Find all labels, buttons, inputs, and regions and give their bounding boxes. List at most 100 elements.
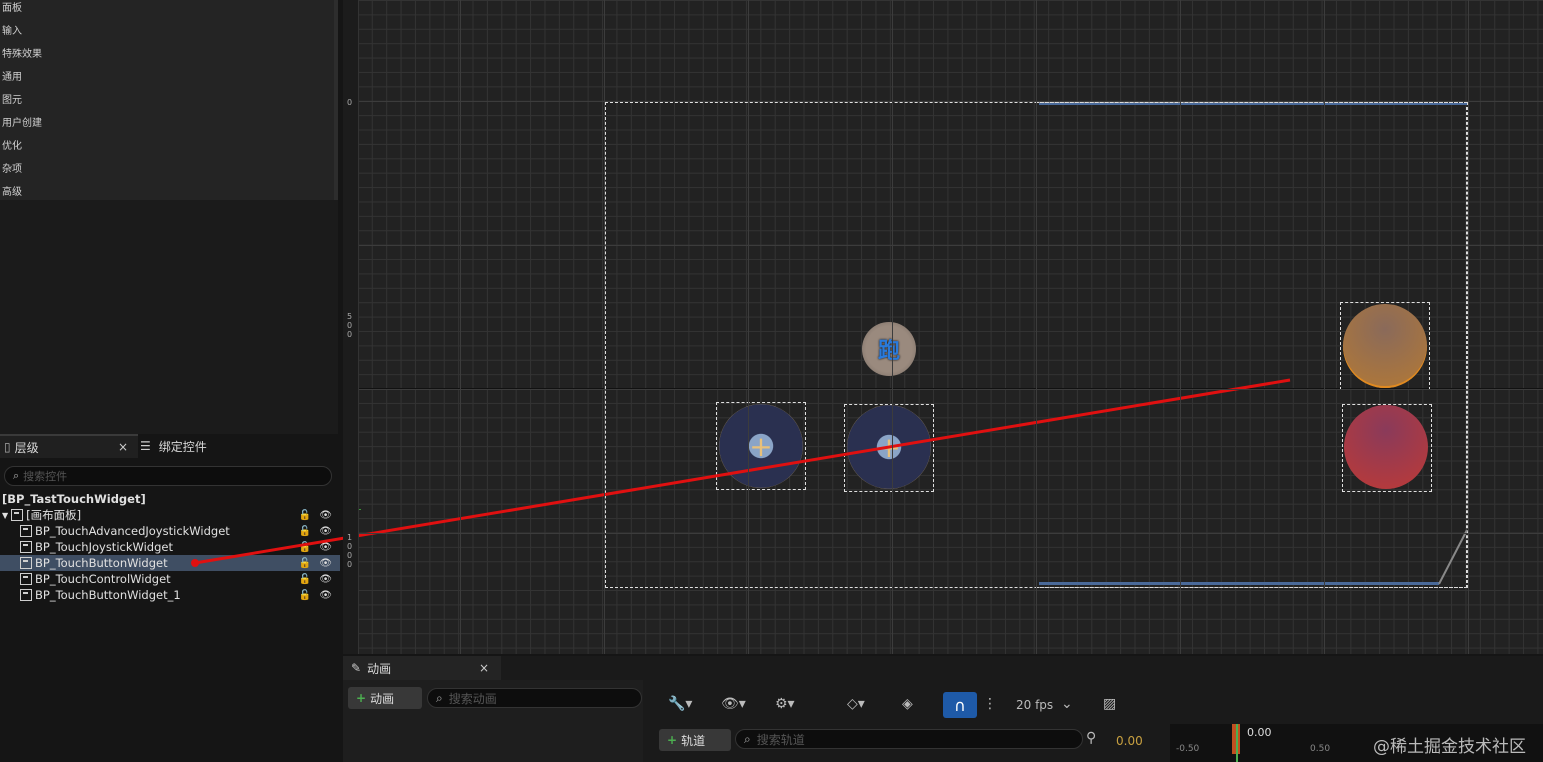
search-icon: ⌕	[436, 690, 443, 705]
lock-icon[interactable]: 🔓	[299, 590, 311, 601]
plus-icon: +	[877, 430, 901, 464]
palette-category[interactable]: 图元	[2, 91, 22, 106]
chevron-down-icon[interactable]: ⌄	[1061, 696, 1073, 712]
hierarchy-panel: ▯ 层级 × ☰ 绑定控件 ⌕ 搜索控件 [BP_TastTouchWidget…	[0, 434, 340, 762]
resize-handle[interactable]	[1423, 528, 1473, 588]
search-placeholder: 搜索控件	[23, 470, 68, 483]
lock-icon[interactable]: 🔓	[299, 510, 311, 521]
red-orb-button[interactable]	[1344, 405, 1428, 489]
tree-canvas-panel[interactable]: ▼ [画布面板] 🔓 👁	[0, 507, 340, 523]
row-visibility-controls: 🔓 👁	[299, 542, 332, 553]
ruler-label: 1 0 0 0	[347, 533, 353, 569]
eye-icon[interactable]: 👁▾	[721, 696, 746, 712]
canvas-panel-icon	[11, 509, 24, 521]
widget-icon	[20, 589, 32, 601]
settings-icon[interactable]: ⚙▾	[775, 696, 795, 712]
lock-icon[interactable]: 🔓	[299, 542, 311, 553]
run-button[interactable]: 跑	[862, 322, 916, 376]
control-widget-bottom-edge	[1039, 582, 1439, 585]
ruler-label: 0	[347, 98, 353, 107]
eye-icon[interactable]: 👁	[319, 542, 332, 553]
vertical-ruler: 0 5 0 0 1 0 0 0	[343, 0, 359, 654]
palette-empty-area	[0, 200, 338, 434]
hierarchy-tab-icon: ▯	[4, 440, 11, 454]
eye-icon[interactable]: 👁	[319, 510, 332, 521]
palette-category[interactable]: 用户创建	[2, 114, 42, 129]
tree-item[interactable]: BP_TouchButtonWidget_1 🔓 👁	[0, 587, 340, 603]
control-widget-top-edge	[1039, 103, 1467, 105]
row-visibility-controls: 🔓 👁	[299, 590, 332, 601]
lock-icon[interactable]: 🔓	[299, 558, 311, 569]
lock-icon[interactable]: 🔓	[299, 574, 311, 585]
expand-arrow-icon[interactable]: ▼	[2, 511, 8, 520]
list-icon: ☰	[140, 439, 151, 453]
plus-icon: +	[356, 691, 367, 705]
add-animation-button[interactable]: + 动画	[348, 687, 422, 709]
add-track-label: 轨道	[681, 733, 706, 748]
plus-icon: +	[749, 429, 773, 463]
tree-root[interactable]: [BP_TastTouchWidget]	[0, 491, 340, 507]
search-placeholder: 搜索轨道	[756, 732, 805, 747]
close-icon[interactable]: ×	[479, 661, 489, 675]
key-add-icon[interactable]: ◈	[902, 696, 913, 712]
resize-handle-line	[1438, 529, 1468, 585]
more-options-icon[interactable]: ⋮	[983, 696, 997, 712]
palette-scrollbar[interactable]	[334, 0, 338, 200]
row-visibility-controls: 🔓 👁	[299, 510, 332, 521]
tab-label: 绑定控件	[158, 439, 207, 454]
eye-icon[interactable]: 👁	[319, 558, 332, 569]
palette-category[interactable]: 优化	[2, 137, 22, 152]
tab-animation[interactable]: ✎ 动画 ×	[343, 656, 501, 680]
palette-category[interactable]: 高级	[2, 183, 22, 198]
add-track-button[interactable]: + 轨道	[659, 729, 731, 751]
filter-icon[interactable]: ⚲	[1086, 730, 1096, 746]
keyframe-icon[interactable]: ◇▾	[847, 696, 865, 712]
row-visibility-controls: 🔓 👁	[299, 558, 332, 569]
timeline-tick: 0.50	[1310, 744, 1331, 754]
tree-item-selected[interactable]: BP_TouchButtonWidget 🔓 👁	[0, 555, 340, 571]
widget-search-input[interactable]: ⌕ 搜索控件	[4, 466, 332, 486]
eye-icon[interactable]: 👁	[319, 574, 332, 585]
tree-root-label: [BP_TastTouchWidget]	[2, 492, 146, 506]
orange-orb-button[interactable]	[1343, 304, 1427, 388]
close-icon[interactable]: ×	[118, 440, 128, 454]
tree-item[interactable]: BP_TouchAdvancedJoystickWidget 🔓 👁	[0, 523, 340, 539]
search-placeholder: 搜索动画	[448, 691, 497, 706]
curve-editor-icon[interactable]: ▨	[1103, 696, 1116, 712]
playhead-line	[1236, 724, 1238, 762]
palette-category[interactable]: 通用	[2, 68, 22, 83]
tree-item[interactable]: BP_TouchControlWidget 🔓 👁	[0, 571, 340, 587]
palette-category[interactable]: 面板	[2, 0, 22, 14]
search-icon: ⌕	[744, 731, 751, 746]
search-icon: ⌕	[13, 469, 20, 482]
plus-icon: +	[667, 733, 678, 747]
lock-icon[interactable]: 🔓	[299, 526, 311, 537]
tab-hierarchy[interactable]: ▯ 层级 ×	[0, 434, 138, 458]
wrench-icon[interactable]: 🔧▾	[668, 696, 692, 712]
widget-icon	[20, 541, 32, 553]
current-time[interactable]: 0.00	[1116, 734, 1143, 748]
palette-category[interactable]: 特殊效果	[2, 45, 42, 60]
row-visibility-controls: 🔓 👁	[299, 526, 332, 537]
tree-item-label: BP_TouchJoystickWidget	[35, 540, 173, 554]
eye-icon[interactable]: 👁	[319, 590, 332, 601]
animation-search-input[interactable]: ⌕ 搜索动画	[427, 688, 642, 708]
tab-label: 动画	[367, 661, 392, 676]
tree-item[interactable]: BP_TouchJoystickWidget 🔓 👁	[0, 539, 340, 555]
widget-icon	[20, 573, 32, 585]
tab-bind-widgets[interactable]: ☰ 绑定控件	[140, 434, 340, 458]
ruler-label: 5 0 0	[347, 312, 353, 339]
palette-category[interactable]: 输入	[2, 22, 22, 37]
tree-item-label: [画布面板]	[26, 508, 82, 522]
touch-button-widget[interactable]: +	[719, 404, 803, 488]
touch-button-1-widget[interactable]: +	[847, 405, 931, 489]
track-search-input[interactable]: ⌕ 搜索轨道	[735, 729, 1083, 749]
fps-selector[interactable]: 20 fps	[1016, 698, 1053, 712]
palette-category[interactable]: 杂项	[2, 160, 22, 175]
snap-magnet-button[interactable]: ∩	[943, 692, 977, 718]
palette-panel: 面板 输入 特殊效果 通用 图元 用户创建 优化 杂项 高级	[0, 0, 338, 200]
tree-item-label: BP_TouchButtonWidget_1	[35, 588, 181, 602]
timeline-tick: -0.50	[1176, 744, 1200, 754]
eye-icon[interactable]: 👁	[319, 526, 332, 537]
designer-canvas[interactable]: 跑 + +	[191, 0, 1543, 654]
